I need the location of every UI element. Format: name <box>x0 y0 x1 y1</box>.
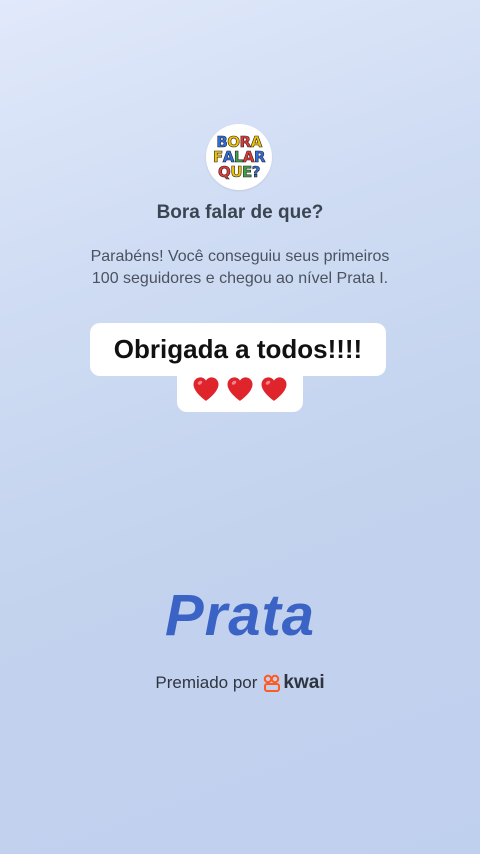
logo-letter: E <box>242 162 253 181</box>
achievement-screen: B O R A F A L A R Q U E? Bora falar de que? Parabén… <box>0 0 480 854</box>
profile-name: Bora falar de que? <box>156 202 324 223</box>
profile-avatar[interactable]: B O R A F A L A R Q U E? <box>206 124 272 190</box>
kwai-brand-name: kwai <box>283 672 325 693</box>
message-line-1: Parabéns! Você conseguiu seus primeiros <box>90 248 390 265</box>
logo-letter: ? <box>251 162 260 181</box>
kwai-logo-icon <box>264 674 281 692</box>
awarded-by: Premiado por kwai <box>0 672 480 694</box>
message-line-2: 100 seguidores e chegou ao nível Prata I… <box>91 270 389 287</box>
heart-icon <box>227 377 253 401</box>
level-title: Prata <box>164 583 316 648</box>
congratulations-message: Parabéns! Você conseguiu seus primeiros … <box>40 246 440 290</box>
logo-letter: U <box>230 162 243 181</box>
logo-letter: Q <box>218 162 231 181</box>
caption-hearts <box>177 366 303 412</box>
heart-icon <box>193 377 219 401</box>
kwai-logo: kwai <box>263 672 325 694</box>
channel-logo: B O R A F A L A R Q U E? <box>213 134 266 181</box>
awarded-by-label: Premiado por <box>155 673 258 692</box>
heart-icon <box>261 377 287 401</box>
logo-line-3: Q U E? <box>218 162 261 181</box>
